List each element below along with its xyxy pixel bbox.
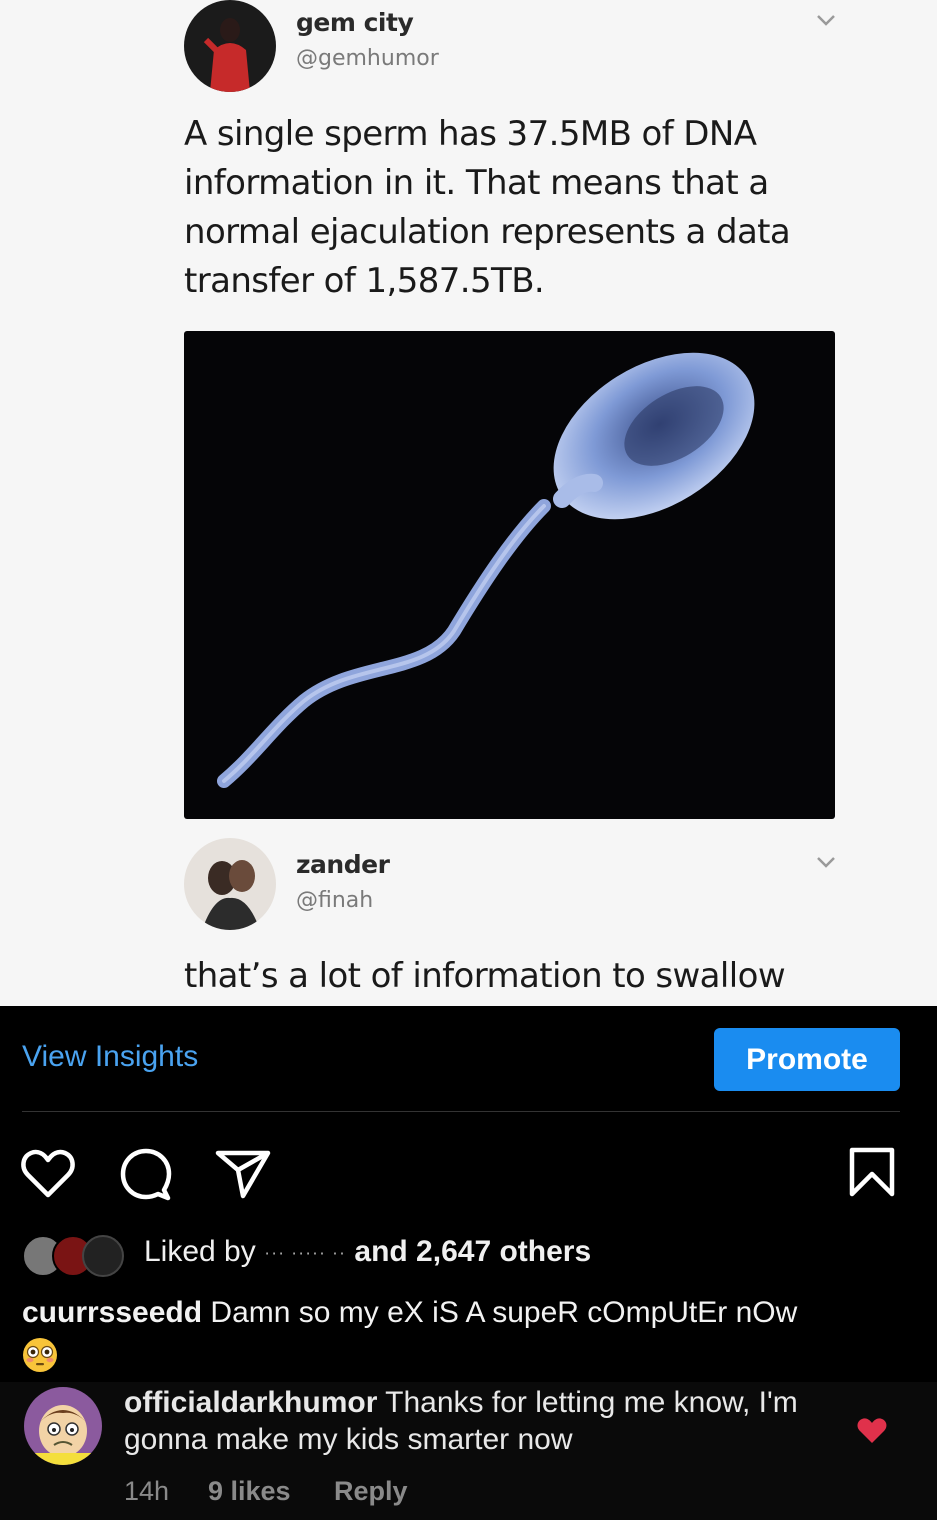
- tweet2-handle: @finah: [296, 888, 374, 913]
- view-insights-link[interactable]: View Insights: [22, 1040, 198, 1074]
- chevron-down-icon[interactable]: [816, 14, 836, 26]
- chevron-down-icon[interactable]: [816, 856, 836, 868]
- hidden-usernames: ··· ····· ··: [264, 1242, 347, 1263]
- tweet1-line: A single sperm has 37.5MB of DNA: [184, 114, 757, 154]
- flushed-face-emoji: [23, 1338, 57, 1373]
- tweet2-text: that’s a lot of information to swallow: [184, 956, 786, 996]
- post-image[interactable]: gem city @gemhumor A single sperm has 37…: [0, 0, 937, 1006]
- bookmark-icon[interactable]: [848, 1146, 896, 1198]
- comment-icon[interactable]: [118, 1146, 174, 1202]
- tweet1-line: normal ejaculation represents a data: [184, 212, 791, 252]
- promote-button[interactable]: Promote: [714, 1028, 900, 1091]
- tweet1-line: information in it. That means that a: [184, 163, 769, 203]
- caption-username[interactable]: cuurrsseedd: [22, 1296, 202, 1329]
- heart-icon[interactable]: [20, 1148, 76, 1200]
- comment-text: officialdarkhumor Thanks for letting me …: [124, 1384, 824, 1458]
- liked-by-text[interactable]: Liked by ··· ····· ·· and 2,647 others: [144, 1235, 591, 1269]
- share-icon[interactable]: [214, 1148, 272, 1200]
- commenter-avatar[interactable]: [24, 1387, 102, 1465]
- likes-count: and 2,647 others: [354, 1235, 592, 1268]
- gemhumor-avatar: [184, 0, 276, 92]
- tweet1-name: gem city: [296, 8, 414, 37]
- comment-username[interactable]: officialdarkhumor: [124, 1386, 377, 1419]
- caption: cuurrsseedd Damn so my eX iS A supeR cOm…: [22, 1293, 912, 1373]
- caption-text: Damn so my eX iS A supeR cOmpUtEr nOw: [210, 1296, 798, 1329]
- liked-by-prefix: Liked by: [144, 1235, 256, 1268]
- tweet1-text: A single sperm has 37.5MB of DNA informa…: [184, 110, 791, 306]
- comment-time: 14h: [124, 1476, 170, 1506]
- reply-button[interactable]: Reply: [334, 1476, 408, 1507]
- finah-avatar: [184, 838, 276, 930]
- tweet2-name: zander: [296, 850, 390, 879]
- comment-likes[interactable]: 9 likes: [208, 1476, 291, 1507]
- divider: [22, 1111, 900, 1112]
- tweet1-handle: @gemhumor: [296, 46, 439, 71]
- sperm-illustration: [184, 331, 835, 819]
- heart-filled-icon[interactable]: [856, 1417, 888, 1445]
- avatar: [82, 1235, 124, 1277]
- tweet1-line: transfer of 1,587.5TB.: [184, 261, 545, 301]
